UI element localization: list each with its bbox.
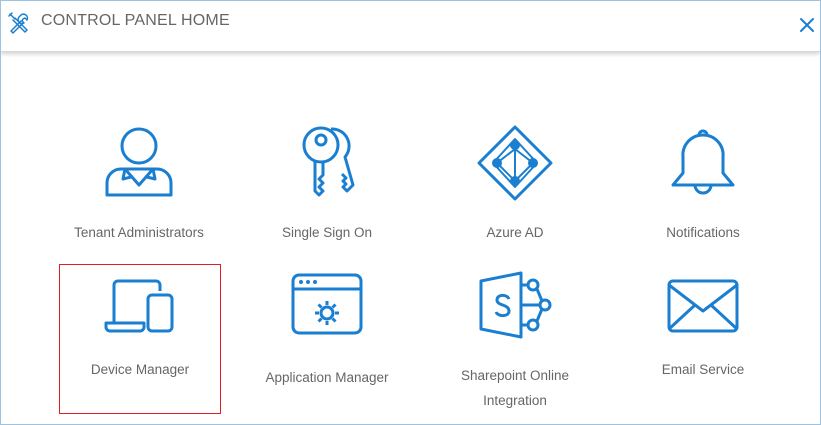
tile-label: Email Service [661, 362, 745, 377]
page-title: CONTROL PANEL HOME [41, 12, 230, 29]
control-panel: CONTROL PANEL HOME Tenant Administrators… [0, 0, 821, 425]
keys-icon [302, 126, 355, 197]
panel-header: CONTROL PANEL HOME [1, 1, 820, 52]
azure-ad-icon [477, 125, 553, 201]
user-admin-icon [105, 127, 173, 197]
close-icon[interactable] [798, 16, 816, 34]
tile-label-line-2: Integration [483, 393, 547, 408]
tile-label-line-1: Sharepoint Online [460, 368, 570, 383]
devices-icon [104, 279, 174, 333]
tile-tenant-administrators[interactable]: Tenant Administrators [59, 123, 219, 245]
tile-notifications[interactable]: Notifications [623, 123, 783, 245]
envelope-icon [667, 279, 739, 333]
tile-label: Single Sign On [281, 225, 373, 240]
tile-email-service[interactable]: Email Service [623, 279, 783, 382]
tile-single-sign-on[interactable]: Single Sign On [247, 123, 407, 245]
app-window-gear-icon [291, 273, 363, 335]
tile-azure-ad[interactable]: Azure AD [435, 123, 595, 245]
bell-icon [671, 129, 735, 195]
tile-label: Tenant Administrators [74, 225, 204, 240]
tile-label: Device Manager [90, 362, 190, 377]
tile-label: Application Manager [265, 370, 389, 385]
tile-device-manager[interactable]: Device Manager [59, 264, 221, 414]
tile-label: Notifications [666, 225, 740, 240]
tile-label: Azure AD [486, 225, 544, 240]
tools-icon [8, 12, 29, 34]
tile-application-manager[interactable]: Application Manager [247, 273, 407, 390]
tile-sharepoint-online-integration[interactable]: Sharepoint Online Integration [435, 271, 595, 413]
sharepoint-icon [479, 271, 552, 339]
